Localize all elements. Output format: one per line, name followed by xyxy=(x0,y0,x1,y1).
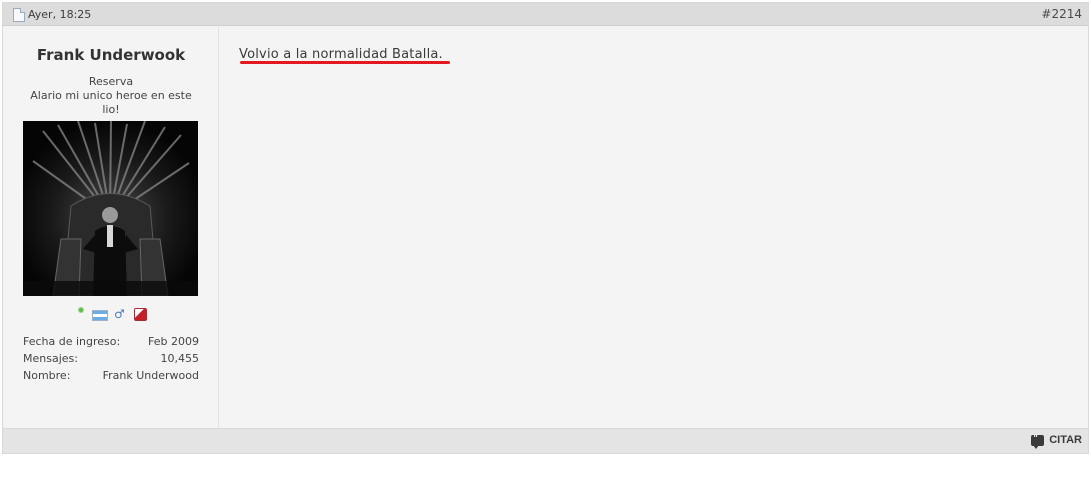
reputation-icon[interactable] xyxy=(134,308,147,321)
post-message: Volvio a la normalidad Batalla. xyxy=(239,47,443,62)
user-title: Reserva Alario mi unico heroe en este li… xyxy=(25,75,197,117)
post-content: Volvio a la normalidad Batalla. xyxy=(220,27,1088,429)
username-link[interactable]: Frank Underwook xyxy=(3,46,219,64)
stat-label: Mensajes: xyxy=(23,352,78,365)
forum-post: Ayer, 18:25 #2214 Frank Underwook Reserv… xyxy=(2,2,1089,454)
avatar[interactable] xyxy=(23,121,198,296)
user-stats: Fecha de ingreso: Feb 2009 Mensajes: 10,… xyxy=(23,333,199,384)
user-info-panel: Frank Underwook Reserva Alario mi unico … xyxy=(3,27,219,429)
argentina-flag-icon xyxy=(92,310,108,321)
post-header: Ayer, 18:25 #2214 xyxy=(3,3,1088,26)
post-date: Ayer, 18:25 xyxy=(28,8,92,21)
stat-row-name: Nombre: Frank Underwood xyxy=(23,367,199,384)
post-footer: " CITAR xyxy=(3,428,1088,453)
document-icon xyxy=(13,8,25,22)
user-rank: Reserva xyxy=(88,75,134,88)
stat-label: Fecha de ingreso: xyxy=(23,335,121,348)
stat-row-posts: Mensajes: 10,455 xyxy=(23,350,199,367)
iron-throne-avatar xyxy=(23,121,198,296)
post-number-link[interactable]: #2214 xyxy=(1041,7,1082,21)
red-underline-annotation xyxy=(240,61,450,64)
stat-value: 10,455 xyxy=(160,352,200,365)
online-icon xyxy=(78,307,84,313)
stat-value: Frank Underwood xyxy=(102,369,199,382)
quote-label: CITAR xyxy=(1049,434,1082,446)
stat-row-join-date: Fecha de ingreso: Feb 2009 xyxy=(23,333,199,350)
stat-label: Nombre: xyxy=(23,369,71,382)
quote-button[interactable]: " CITAR xyxy=(1031,434,1082,449)
stat-value: Feb 2009 xyxy=(148,335,199,348)
user-custom-title: Alario mi unico heroe en este lio! xyxy=(30,89,192,116)
quote-bubble-icon: " xyxy=(1031,434,1045,449)
male-icon: ♂ xyxy=(114,307,125,321)
